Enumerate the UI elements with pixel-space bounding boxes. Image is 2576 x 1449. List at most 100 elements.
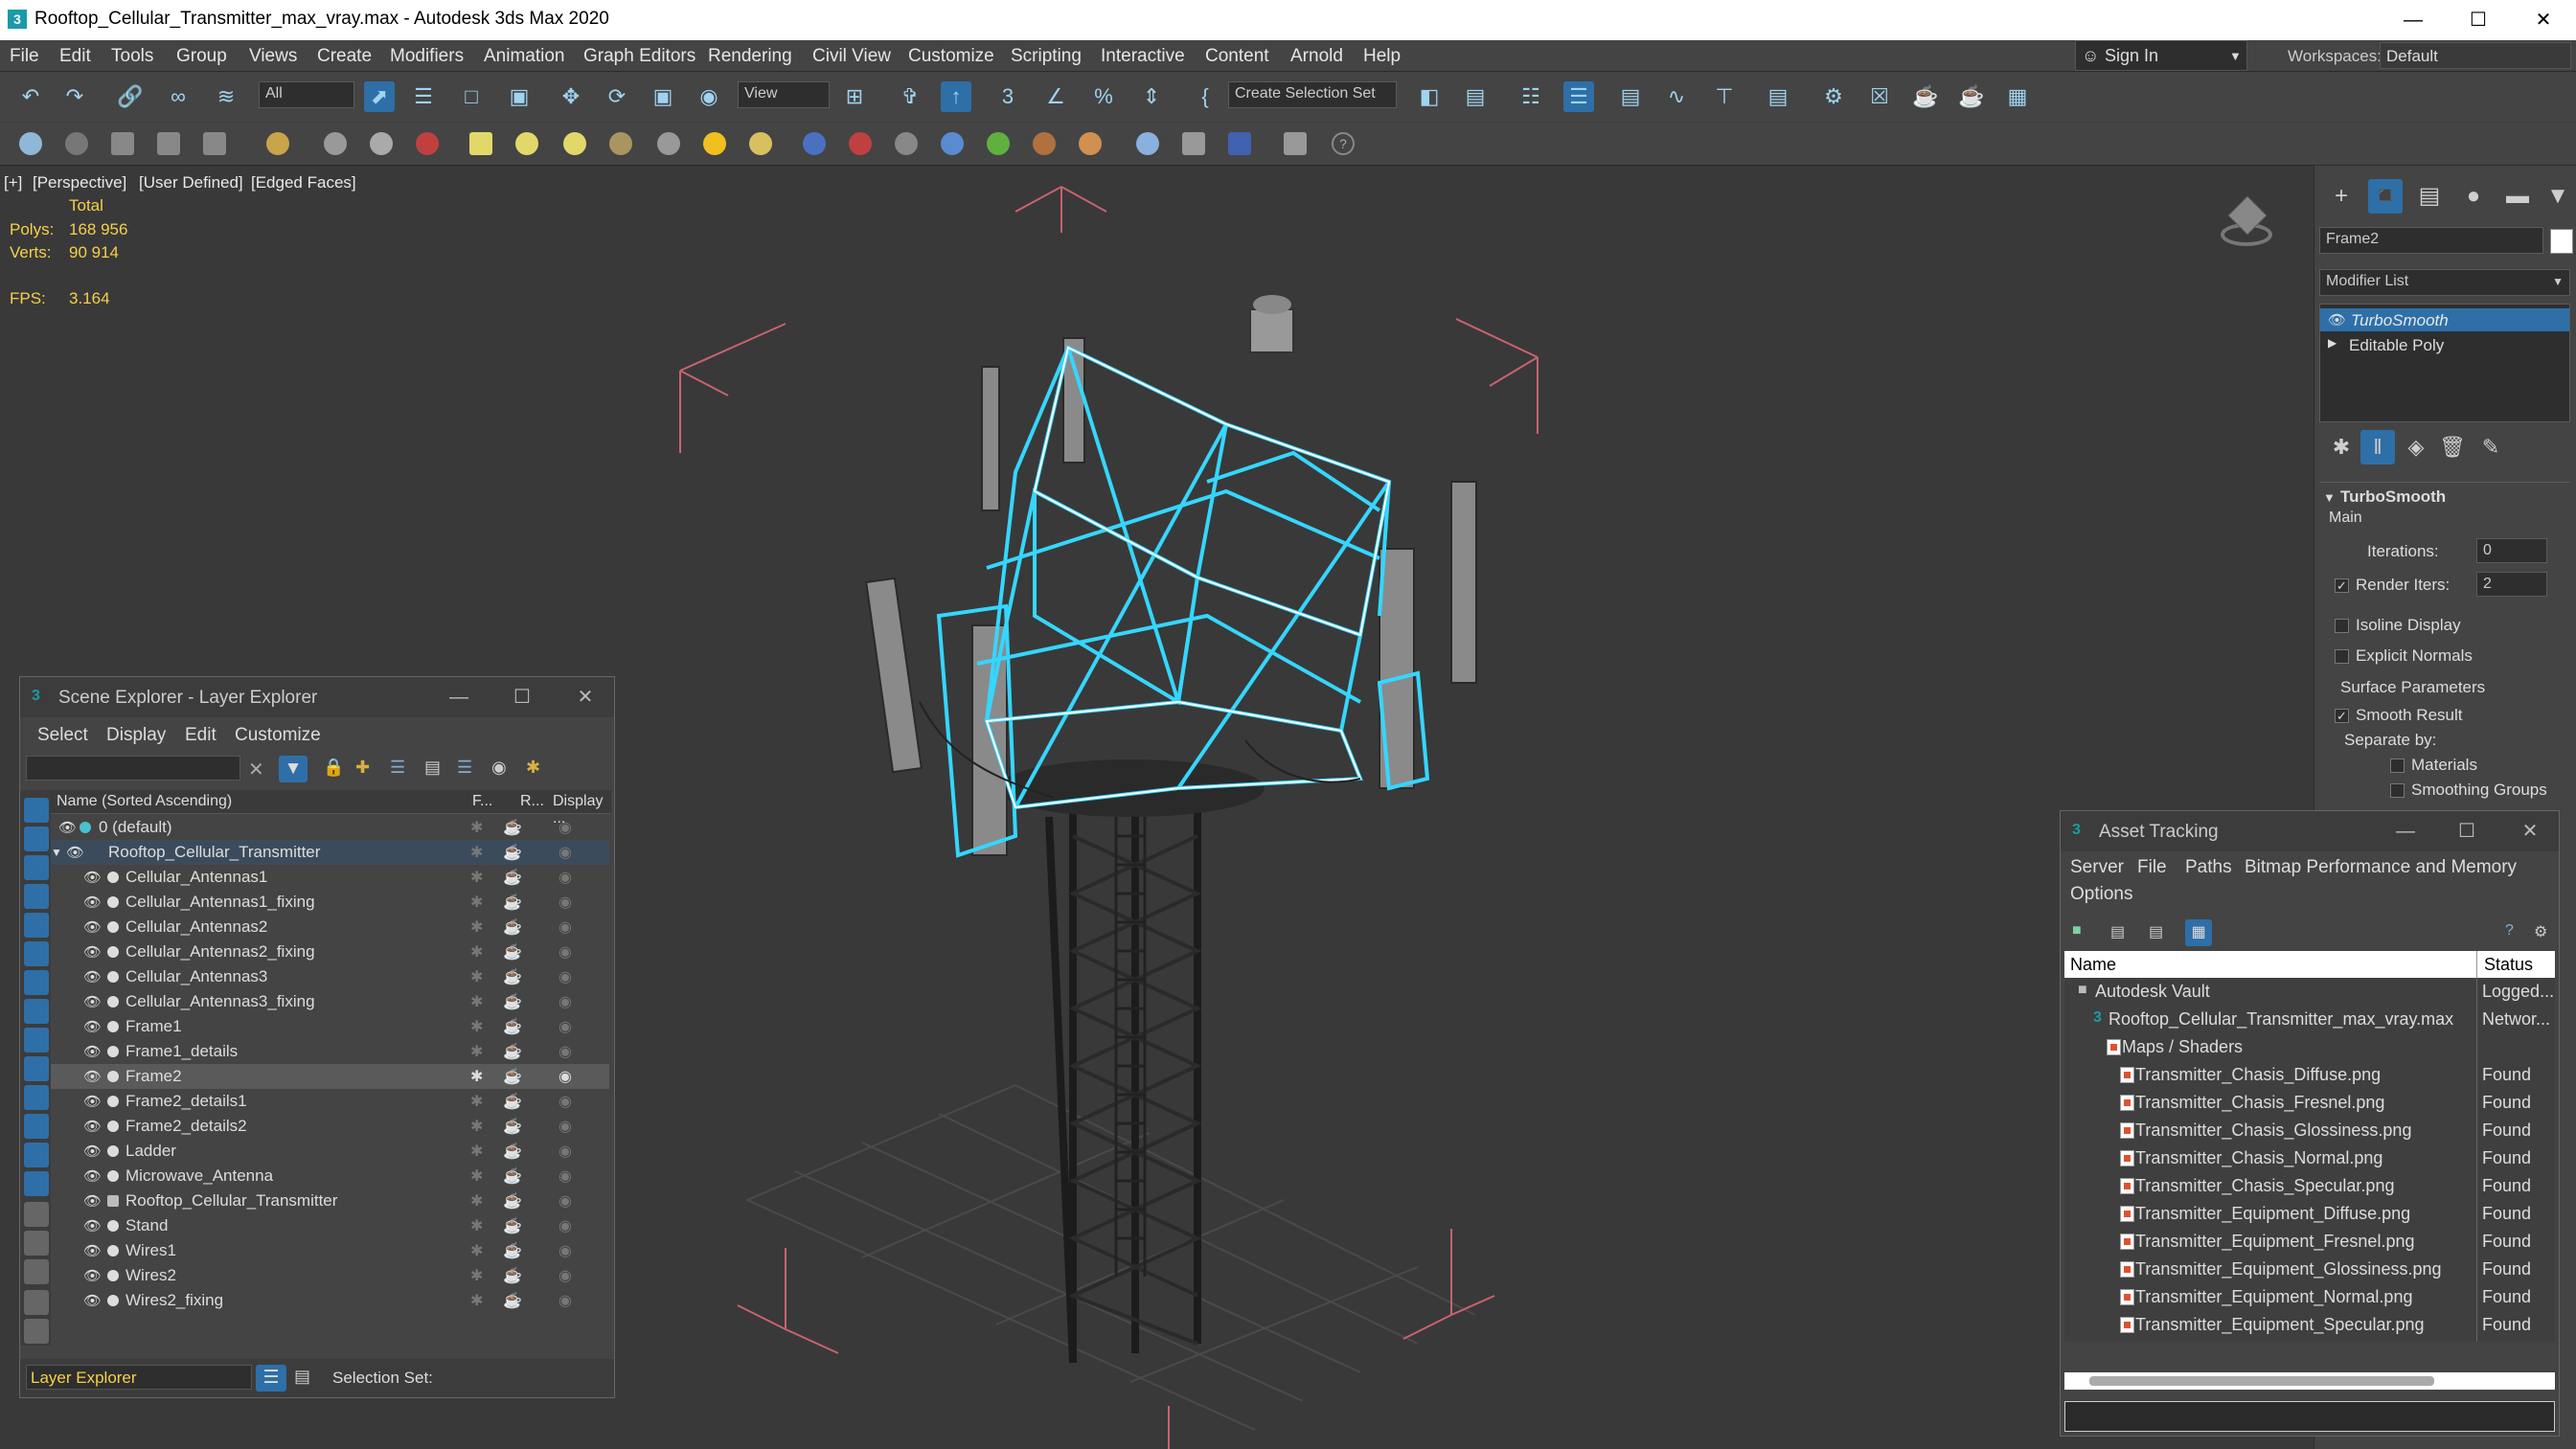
eye-icon[interactable]: 👁 — [83, 1167, 102, 1185]
toolbar2-dynamics-icon[interactable] — [849, 132, 872, 155]
at-menu-file[interactable]: File — [2137, 857, 2167, 878]
toolbar2-half-icon[interactable] — [370, 132, 393, 155]
render-production-icon[interactable]: ☕ — [1910, 81, 1941, 112]
se-menu-display[interactable]: Display — [106, 725, 166, 746]
freeze-icon[interactable]: ✱ — [470, 1042, 483, 1061]
render-iters-checkbox[interactable]: ✓ — [2335, 578, 2349, 593]
render-icon[interactable]: ☕ — [503, 868, 522, 887]
filter-icon[interactable]: ▼ — [279, 756, 308, 782]
display-icon[interactable]: ◉ — [559, 1266, 572, 1285]
toolbar2-rig-icon[interactable] — [895, 132, 918, 155]
explicit-normals-checkbox[interactable] — [2335, 649, 2349, 664]
edit-named-selection-icon[interactable]: { — [1190, 81, 1220, 112]
at-menu-options[interactable]: Options — [2070, 884, 2132, 905]
close-button[interactable]: ✕ — [566, 683, 604, 712]
freeze-icon[interactable]: ✱ — [470, 967, 483, 986]
tree-row[interactable]: 👁 Cellular_Antennas3_fixing ✱ ☕ ◉ — [51, 989, 609, 1014]
remove-modifier-icon[interactable]: 🗑 — [2435, 430, 2470, 464]
freeze-icon[interactable]: ✱ — [470, 1191, 483, 1211]
asset-row[interactable]: Transmitter_Equipment_Diffuse.png Found — [2064, 1200, 2559, 1228]
motion-tab-icon[interactable]: ● — [2456, 179, 2491, 214]
smoothing-groups-checkbox[interactable] — [2390, 783, 2405, 798]
render-icon[interactable]: ☕ — [503, 967, 522, 986]
tree-row[interactable]: 👁 0 (default) ✱ ☕ ◉ — [51, 815, 609, 840]
render-iterative-icon[interactable]: ☕ — [1956, 81, 1987, 112]
toolbar2-yellow-ellipse-icon[interactable] — [515, 132, 538, 155]
search-input[interactable] — [26, 756, 240, 781]
render-icon[interactable]: ☕ — [503, 1142, 522, 1161]
tree-row[interactable]: 👁 Cellular_Antennas1 ✱ ☕ ◉ — [51, 865, 609, 890]
minimize-button[interactable]: — — [2380, 0, 2447, 40]
refresh-icon[interactable]: ■ — [2072, 922, 2082, 940]
toolbar2-cloth-icon[interactable] — [941, 132, 964, 155]
menu-edit[interactable]: Edit — [59, 46, 91, 67]
asset-row[interactable]: Transmitter_Chasis_Normal.png Found — [2064, 1144, 2559, 1172]
render-icon[interactable]: ☕ — [503, 1117, 522, 1136]
menu-animation[interactable]: Animation — [484, 46, 565, 67]
display-icon[interactable]: ◉ — [559, 1092, 572, 1111]
material-editor-icon[interactable]: ▤ — [1763, 81, 1793, 112]
window-crossing-icon[interactable]: ▣ — [504, 81, 535, 112]
toolbar2-box-icon[interactable] — [111, 132, 134, 155]
display-icon[interactable]: ◉ — [559, 818, 572, 837]
se-menu-edit[interactable]: Edit — [185, 725, 217, 746]
toolbar2-teapot-icon[interactable] — [19, 132, 42, 155]
horizontal-scrollbar[interactable] — [2064, 1372, 2555, 1390]
display-icon[interactable]: ◉ — [559, 1166, 572, 1186]
show-end-result-icon[interactable]: ‖ — [2360, 430, 2395, 464]
asset-row[interactable]: 3 Rooftop_Cellular_Transmitter_max_vray.m… — [2064, 1006, 2559, 1033]
se-menu-customize[interactable]: Customize — [235, 725, 321, 746]
eye-icon[interactable]: 👁 — [66, 844, 84, 861]
expand-arrow-icon[interactable]: ▶ — [2328, 336, 2337, 350]
render-icon[interactable]: ☕ — [503, 1216, 522, 1235]
object-color-swatch[interactable] — [2550, 229, 2573, 254]
link-icon[interactable]: 🔗 — [115, 81, 146, 112]
col-name-header[interactable]: Name (Sorted Ascending) — [57, 793, 232, 810]
modifier-stack-item-turbosmooth[interactable]: 👁 TurboSmooth — [2320, 308, 2569, 331]
mirror-icon[interactable]: ◧ — [1414, 81, 1445, 112]
render-icon[interactable]: ☕ — [503, 917, 522, 937]
menu-group[interactable]: Group — [176, 46, 227, 67]
eye-icon[interactable]: 👁 — [83, 1068, 102, 1085]
at-menu-paths[interactable]: Paths — [2185, 857, 2232, 878]
asset-row[interactable]: Transmitter_Equipment_Glossiness.png Foun… — [2064, 1256, 2559, 1283]
tree-row[interactable]: 👁 Wires2_fixing ✱ ☕ ◉ — [51, 1288, 609, 1313]
eye-icon[interactable]: 👁 — [83, 918, 102, 936]
display-icon[interactable]: ◉ — [559, 893, 572, 912]
configure-modifier-sets-icon[interactable]: ✎ — [2473, 430, 2508, 464]
asset-row[interactable]: Transmitter_Equipment_Specular.png Found — [2064, 1311, 2559, 1339]
freeze-icon[interactable]: ✱ — [470, 1067, 483, 1086]
toolbar2-light-icon[interactable] — [266, 132, 289, 155]
render-icon[interactable]: ☕ — [503, 1166, 522, 1186]
angle-snap-icon[interactable]: ∠ — [1040, 81, 1071, 112]
freeze-icon[interactable]: ✱ — [470, 1166, 483, 1186]
menu-graph-editors[interactable]: Graph Editors — [583, 46, 695, 67]
freeze-icon[interactable]: ✱ — [470, 1092, 483, 1111]
eye-icon[interactable]: 👁 — [83, 1192, 102, 1210]
eye-icon[interactable]: 👁 — [58, 819, 77, 836]
display-icon[interactable]: ◉ — [559, 1216, 572, 1235]
ribbon-toggle-icon[interactable]: ▤ — [1615, 81, 1646, 112]
toolbar2-particles-icon[interactable] — [803, 132, 826, 155]
align-icon[interactable]: ▤ — [1460, 81, 1491, 112]
tree-row[interactable]: 👁 Ladder ✱ ☕ ◉ — [51, 1139, 609, 1164]
scrollbar-thumb[interactable] — [2089, 1376, 2434, 1386]
menu-tools[interactable]: Tools — [111, 46, 153, 67]
freeze-icon[interactable]: ✱ — [470, 843, 483, 862]
viewcube-icon[interactable] — [2213, 194, 2280, 252]
menu-arnold[interactable]: Arnold — [1290, 46, 1343, 67]
toolbar2-render-sphere-icon[interactable] — [1136, 132, 1159, 155]
path-field[interactable] — [2064, 1401, 2555, 1432]
scale-icon[interactable]: ▣ — [648, 81, 678, 112]
eye-icon[interactable]: 👁 — [83, 1093, 102, 1110]
list-view-icon[interactable]: ▤ — [2110, 922, 2125, 941]
lock-icon[interactable]: 🔒 — [323, 758, 344, 778]
display-icon[interactable]: ◉ — [559, 1241, 572, 1260]
close-button[interactable]: ✕ — [2511, 817, 2549, 846]
sync-selection-icon[interactable]: ◉ — [491, 758, 507, 778]
sign-in-dropdown[interactable]: ☺ Sign In ▼ — [2075, 40, 2247, 71]
col-render-header[interactable]: R... — [520, 793, 544, 810]
eye-icon[interactable]: 👁 — [83, 869, 102, 886]
tree-row[interactable]: 👁 Cellular_Antennas2 ✱ ☕ ◉ — [51, 915, 609, 940]
asset-row[interactable]: Transmitter_Chasis_Specular.png Found — [2064, 1172, 2559, 1200]
